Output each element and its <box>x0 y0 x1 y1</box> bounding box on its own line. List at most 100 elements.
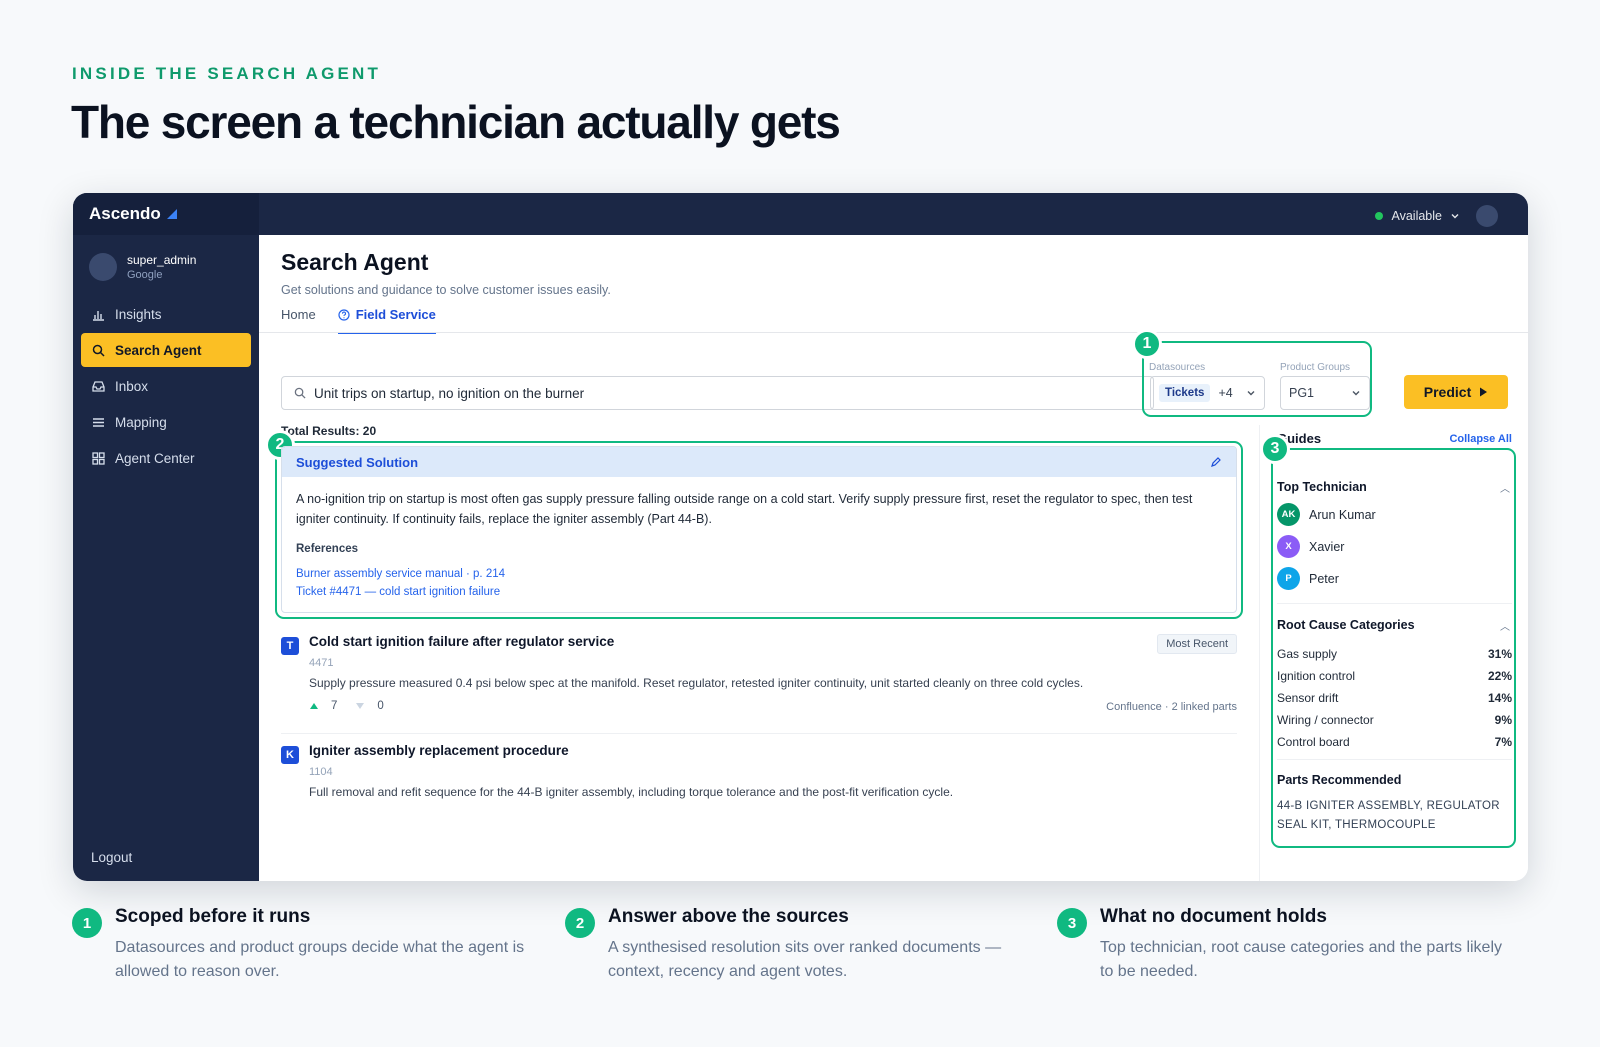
status-selector[interactable]: Available <box>1375 205 1498 227</box>
technician-name: Xavier <box>1309 539 1345 554</box>
user-profile[interactable]: super_admin Google <box>73 235 259 295</box>
top-bar: Available <box>259 193 1528 235</box>
product-groups-label: Product Groups <box>1280 362 1351 373</box>
sidebar-item-label: Inbox <box>115 378 149 394</box>
result-title[interactable]: Igniter assembly replacement procedure <box>309 743 569 758</box>
result-divider <box>281 733 1237 734</box>
technician-row[interactable]: P Peter <box>1277 567 1339 590</box>
suggested-solution-card: Suggested Solution A no-ignition trip on… <box>281 446 1237 613</box>
datasource-chip[interactable]: Tickets <box>1159 384 1211 402</box>
reference-link[interactable]: Burner assembly service manual · p. 214 <box>296 565 1222 583</box>
product-groups-select[interactable]: PG1 <box>1280 376 1370 410</box>
result-id: 1104 <box>309 766 333 778</box>
result-item[interactable]: T Cold start ignition failure after regu… <box>281 634 1237 724</box>
references-title: References <box>296 543 359 555</box>
knowledge-type-icon: K <box>281 746 299 764</box>
root-cause-pct: 31% <box>1487 647 1512 661</box>
brand-logo-icon <box>166 209 177 219</box>
reference-link[interactable]: Ticket #4471 — cold start ignition failu… <box>296 583 1222 601</box>
caption-title: Answer above the sources <box>608 906 849 927</box>
datasources-select[interactable]: Tickets +4 <box>1150 376 1265 410</box>
app-window: Ascendo super_admin Google Insights Sear… <box>73 193 1528 881</box>
ticket-type-icon: T <box>281 637 299 655</box>
result-title[interactable]: Cold start ignition failure after regula… <box>309 634 614 649</box>
headline: The screen a technician actually gets <box>71 96 841 148</box>
datasources-more: +4 <box>1218 386 1233 400</box>
root-cause-name: Ignition control <box>1277 669 1356 683</box>
page-subtitle: Get solutions and guidance to solve cust… <box>281 283 611 297</box>
callout-badge-1: 1 <box>1132 329 1162 359</box>
datasources-label: Datasources <box>1149 362 1206 373</box>
chevron-up-icon[interactable]: ︿ <box>1500 618 1510 633</box>
result-snippet: Supply pressure measured 0.4 psi below s… <box>309 676 1084 690</box>
product-group-value: PG1 <box>1289 386 1315 400</box>
tab-bar: Home Field Service <box>281 307 436 334</box>
user-name: super_admin <box>127 253 197 267</box>
sidebar-item-search-agent[interactable]: Search Agent <box>81 333 251 367</box>
root-cause-pct: 7% <box>1494 735 1512 749</box>
sidebar-item-label: Search Agent <box>115 342 202 358</box>
avatar: X <box>1277 535 1300 558</box>
avatar[interactable] <box>1476 205 1498 227</box>
sidebar-item-label: Agent Center <box>115 450 195 466</box>
sidebar-item-agent-center[interactable]: Agent Center <box>81 441 251 475</box>
section-divider <box>1277 603 1512 604</box>
result-item[interactable]: K Igniter assembly replacement procedure… <box>281 743 1237 803</box>
technician-row[interactable]: AK Arun Kumar <box>1277 503 1376 526</box>
most-recent-badge: Most Recent <box>1157 634 1237 654</box>
downvote-count: 0 <box>377 700 384 712</box>
callout-badge-3: 3 <box>1260 434 1290 464</box>
chevron-down-icon <box>1451 214 1459 219</box>
status-label: Available <box>1391 209 1442 223</box>
sidebar-item-mapping[interactable]: Mapping <box>81 405 251 439</box>
predict-button[interactable]: Predict <box>1404 375 1508 409</box>
caption-badge: 1 <box>72 908 102 938</box>
suggested-solution-text: A no-ignition trip on startup is most of… <box>296 492 1193 526</box>
upvote-icon[interactable] <box>309 702 319 710</box>
tab-home[interactable]: Home <box>281 307 316 334</box>
tab-label: Field Service <box>355 307 436 322</box>
root-cause-pct: 14% <box>1487 691 1512 705</box>
vote-controls: 7 0 <box>309 700 384 712</box>
section-divider <box>1277 759 1512 760</box>
chevron-down-icon <box>1247 391 1255 396</box>
chevron-down-icon <box>1352 391 1360 396</box>
root-cause-name: Sensor drift <box>1277 691 1339 705</box>
root-cause-row: Ignition control 22% <box>1277 669 1512 683</box>
upvote-count: 7 <box>331 700 338 712</box>
help-circle-icon <box>338 308 350 321</box>
status-dot-icon <box>1375 212 1384 220</box>
main-content: Search Agent Get solutions and guidance … <box>259 235 1528 881</box>
suggested-solution-body: A no-ignition trip on startup is most of… <box>282 477 1236 612</box>
collapse-all-button[interactable]: Collapse All <box>1449 433 1512 445</box>
caption-badge: 3 <box>1057 908 1087 938</box>
logout-link[interactable]: Logout <box>91 850 132 865</box>
root-cause-row: Wiring / connector 9% <box>1277 713 1512 727</box>
technician-row[interactable]: X Xavier <box>1277 535 1344 558</box>
search-icon <box>92 344 105 357</box>
sidebar-item-insights[interactable]: Insights <box>81 297 251 331</box>
page-title: Search Agent <box>281 249 429 275</box>
search-icon <box>294 387 306 399</box>
brand[interactable]: Ascendo <box>73 193 259 235</box>
sidebar-item-label: Mapping <box>115 414 167 430</box>
guides-panel: Guides Collapse All 3 Top Technician ︿ A… <box>1259 425 1528 881</box>
inbox-icon <box>92 380 105 393</box>
downvote-icon[interactable] <box>355 702 365 710</box>
sidebar-item-inbox[interactable]: Inbox <box>81 369 251 403</box>
suggested-solution-header: Suggested Solution <box>282 447 1236 477</box>
root-cause-name: Control board <box>1277 735 1350 749</box>
caption-body: Datasources and product groups decide wh… <box>115 939 525 980</box>
root-cause-name: Gas supply <box>1277 647 1338 661</box>
tab-field-service[interactable]: Field Service <box>337 307 436 334</box>
caption-title: Scoped before it runs <box>115 906 311 927</box>
chevron-up-icon[interactable]: ︿ <box>1500 480 1510 495</box>
avatar: AK <box>1277 503 1300 526</box>
root-cause-title: Root Cause Categories <box>1277 618 1415 632</box>
caption-title: What no document holds <box>1100 906 1327 927</box>
avatar <box>89 253 117 281</box>
brand-name: Ascendo <box>89 204 161 223</box>
avatar: P <box>1277 567 1300 590</box>
search-input[interactable]: Unit trips on startup, no ignition on th… <box>281 376 1154 410</box>
edit-pencil-icon[interactable] <box>1210 456 1222 468</box>
